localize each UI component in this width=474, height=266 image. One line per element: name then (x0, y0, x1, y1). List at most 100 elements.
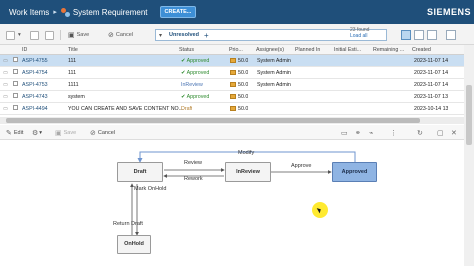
col-assignee[interactable]: Assignee(s) (256, 45, 284, 55)
row-created: 2023-11-07 13 (414, 94, 449, 100)
col-created[interactable]: Created (412, 45, 431, 55)
more-icon[interactable]: ⋮ (390, 128, 397, 137)
cancel-label: Cancel (97, 129, 115, 136)
edge-label-rework: Rework (184, 176, 203, 182)
page-title[interactable]: Work Items (9, 8, 49, 17)
save-icon: ▣ (55, 129, 62, 137)
filter-token[interactable]: Unresolved (169, 32, 199, 38)
row-checkbox[interactable] (13, 67, 18, 79)
workflow-diagram (130, 151, 356, 236)
edit-button[interactable]: ✎ Edit (6, 128, 23, 137)
gear-icon[interactable]: ⚙ ▾ (32, 128, 42, 137)
cancel-icon: ⊘ (90, 129, 96, 137)
brand-logo: SIEMENS (426, 7, 471, 17)
table-body: ▭ ASPI-4755 111 ✔ Approved 50.0 System Admin 2… (0, 55, 464, 115)
refresh-icon[interactable]: ↻ (417, 128, 423, 137)
table-view-icon[interactable] (401, 30, 411, 40)
col-planned[interactable]: Planned In (295, 45, 320, 55)
state-node-inreview[interactable]: InReview (225, 162, 271, 182)
new-item-icon[interactable] (30, 30, 39, 40)
row-expand-icon: ▭ (3, 70, 9, 76)
comment-icon[interactable]: ▭ (341, 128, 348, 137)
row-id[interactable]: ASPI-4755 (22, 55, 48, 67)
row-assignee: System Admin (257, 58, 291, 64)
row-checkbox[interactable] (13, 55, 18, 67)
row-id[interactable]: ASPI-4754 (22, 67, 48, 79)
priority-icon (230, 94, 236, 99)
edge-label-modify: Modify (238, 150, 255, 156)
create-button[interactable]: CREATE... (159, 6, 197, 18)
chevron-down-icon[interactable]: ▾ (159, 32, 162, 39)
result-count: 23 found Load all (350, 27, 369, 39)
settings-icon[interactable] (6, 30, 15, 40)
table-header: ID Title Status Prio... Assignee(s) Plan… (0, 45, 464, 55)
row-created: 2023-10-14 13 (414, 106, 449, 112)
row-created: 2023-11-07 14 (414, 70, 449, 76)
save-button[interactable]: ▣ Save (68, 30, 89, 40)
cancel-button-detail[interactable]: ⊘ Cancel (90, 128, 115, 137)
breadcrumb-subtitle[interactable]: System Requirement (73, 8, 148, 17)
breadcrumb-separator: ▸ (53, 9, 57, 16)
state-node-onhold[interactable]: OnHold (117, 235, 151, 254)
edge-label-mark-onhold: Mark OnHold (134, 186, 167, 192)
priority-icon (230, 70, 236, 75)
col-status[interactable]: Status (179, 45, 194, 55)
row-id[interactable]: ASPI-4743 (22, 91, 48, 103)
row-status: ✔ Approved (181, 94, 210, 100)
split-view-icon[interactable] (414, 30, 424, 40)
row-checkbox[interactable] (13, 91, 18, 103)
state-node-approved[interactable]: Approved (332, 162, 377, 182)
table-row[interactable]: ▭ ASPI-4753 1111 InReview 50.0 System Admin 20… (0, 79, 464, 91)
row-expand-icon: ▭ (3, 106, 9, 112)
table-row[interactable]: ▭ ASPI-4754 111 ✔ Approved 50.0 System Admin 2… (0, 67, 464, 79)
row-id[interactable]: ASPI-4753 (22, 79, 48, 91)
save-icon: ▣ (68, 32, 75, 39)
edge-label-review: Review (184, 160, 203, 166)
row-status: Draft (181, 106, 193, 112)
col-initial-estimate[interactable]: Initial Esti... (334, 45, 361, 55)
main-toolbar: ▾ ▣ Save ⊘ Cancel ▾ Unresolved + 23 foun… (0, 24, 474, 45)
table-row[interactable]: ▭ ASPI-4755 111 ✔ Approved 50.0 System Admin 2… (0, 55, 464, 67)
row-status: InReview (181, 82, 203, 88)
priority-icon (230, 82, 236, 87)
row-checkbox[interactable] (13, 103, 18, 115)
col-remaining[interactable]: Remaining ... (373, 45, 404, 55)
load-all-link[interactable]: Load all (350, 33, 369, 39)
chevron-down-icon[interactable]: ▾ (18, 30, 21, 40)
attachment-icon[interactable]: ⌁ (369, 128, 373, 137)
col-priority[interactable]: Prio... (229, 45, 243, 55)
horizontal-scrollbar[interactable] (0, 117, 464, 124)
priority-icon (230, 106, 236, 111)
row-created: 2023-11-07 14 (414, 58, 449, 64)
row-title: system (68, 94, 85, 100)
columns-icon[interactable] (427, 30, 437, 40)
close-icon[interactable]: ✕ (451, 128, 457, 137)
add-filter-icon[interactable]: + (204, 31, 209, 40)
cancel-label: Cancel (115, 32, 133, 38)
row-assignee: System Admin (257, 82, 291, 88)
row-expand-icon: ▭ (3, 94, 9, 100)
row-title: YOU CAN CREATE AND SAVE CONTENT NO... (68, 106, 184, 112)
row-checkbox[interactable] (13, 79, 18, 91)
col-id[interactable]: ID (22, 45, 27, 55)
row-priority: 50.0 (230, 79, 248, 91)
work-items-table: ID Title Status Prio... Assignee(s) Plan… (0, 45, 464, 115)
row-assignee: System Admin (257, 70, 291, 76)
state-node-draft[interactable]: Draft (117, 162, 163, 182)
col-title[interactable]: Title (68, 45, 78, 55)
table-row[interactable]: ▭ ASPI-4494 YOU CAN CREATE AND SAVE CONTEN… (0, 103, 464, 115)
row-id[interactable]: ASPI-4494 (22, 103, 48, 115)
expand-icon[interactable]: ▢ (437, 128, 444, 137)
more-options-icon[interactable] (446, 30, 456, 40)
row-status: ✔ Approved (181, 70, 210, 76)
cancel-button[interactable]: ⊘ Cancel (108, 30, 133, 40)
table-row[interactable]: ▭ ASPI-4743 system ✔ Approved 50.0 2023-11-07… (0, 91, 464, 103)
priority-icon (230, 58, 236, 63)
save-button-detail[interactable]: ▣ Save (55, 128, 76, 137)
save-label: Save (76, 32, 90, 38)
cancel-icon: ⊘ (108, 32, 114, 39)
link-icon[interactable]: ⚭ (355, 128, 361, 137)
requirement-type-icon (60, 7, 70, 17)
link-icon[interactable] (45, 30, 54, 40)
edge-label-return-draft: Return Draft (113, 221, 143, 227)
